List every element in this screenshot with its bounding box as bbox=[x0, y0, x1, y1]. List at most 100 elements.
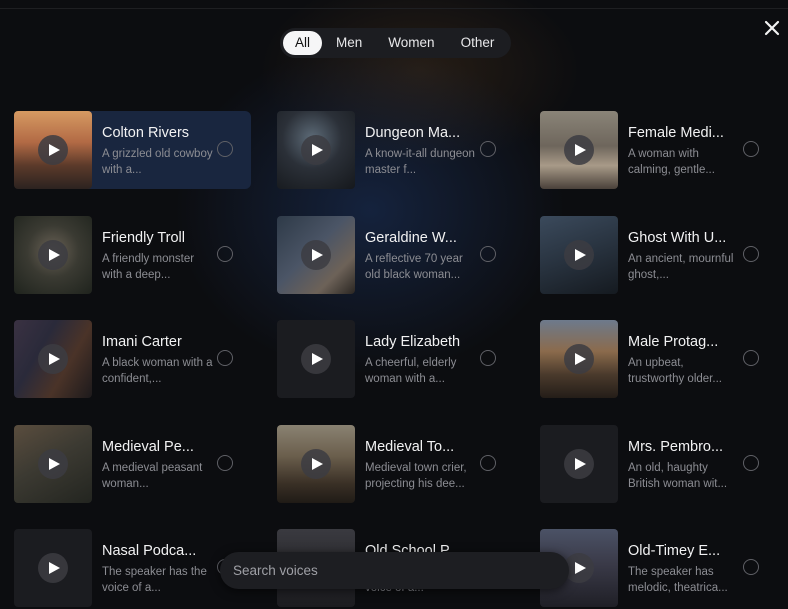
voice-card[interactable]: Mrs. Pembro... An old, haughty British wo… bbox=[540, 425, 777, 503]
voice-select-radio[interactable] bbox=[743, 559, 759, 575]
voice-description: Medieval town crier, projecting his dee.… bbox=[365, 462, 467, 490]
voice-select-radio[interactable] bbox=[217, 455, 233, 471]
voice-select-radio[interactable] bbox=[480, 141, 496, 157]
play-button[interactable] bbox=[564, 449, 594, 479]
voice-select-radio[interactable] bbox=[743, 350, 759, 366]
play-icon bbox=[312, 458, 323, 470]
play-button[interactable] bbox=[301, 135, 331, 165]
voice-name: Mrs. Pembro... bbox=[628, 439, 724, 455]
voice-select-radio[interactable] bbox=[743, 141, 759, 157]
close-button[interactable] bbox=[762, 18, 782, 38]
play-icon bbox=[575, 458, 586, 470]
voice-thumbnail bbox=[540, 320, 618, 398]
voice-card[interactable]: Female Medi... A woman with calming, gent… bbox=[540, 111, 777, 189]
play-button[interactable] bbox=[38, 240, 68, 270]
play-icon bbox=[49, 353, 60, 365]
voice-thumbnail bbox=[277, 216, 355, 294]
voice-select-radio[interactable] bbox=[480, 350, 496, 366]
voice-card[interactable]: Medieval Pe... A medieval peasant woman..… bbox=[14, 425, 251, 503]
play-icon bbox=[575, 144, 586, 156]
voice-thumbnail bbox=[14, 425, 92, 503]
voice-select-radio[interactable] bbox=[480, 455, 496, 471]
voice-name: Geraldine W... bbox=[365, 230, 457, 246]
play-icon bbox=[312, 353, 323, 365]
play-button[interactable] bbox=[564, 344, 594, 374]
voice-description: A reflective 70 year old black woman... bbox=[365, 253, 463, 281]
voice-description: A know-it-all dungeon master f... bbox=[365, 148, 475, 176]
top-divider bbox=[0, 8, 788, 9]
play-button[interactable] bbox=[301, 240, 331, 270]
play-icon bbox=[575, 562, 586, 574]
voice-name: Old-Timey E... bbox=[628, 543, 721, 559]
voice-card[interactable]: Friendly Troll A friendly monster with a … bbox=[14, 216, 251, 294]
voice-description: An old, haughty British woman wit... bbox=[628, 462, 728, 490]
filter-tab-women[interactable]: Women bbox=[376, 31, 446, 55]
voice-card[interactable]: Nasal Podca... The speaker has the voice … bbox=[14, 529, 251, 607]
play-button[interactable] bbox=[38, 449, 68, 479]
voice-thumbnail bbox=[14, 111, 92, 189]
play-icon bbox=[312, 249, 323, 261]
voice-name: Dungeon Ma... bbox=[365, 125, 461, 141]
play-icon bbox=[49, 562, 60, 574]
filter-tab-other[interactable]: Other bbox=[449, 31, 507, 55]
voice-select-radio[interactable] bbox=[217, 350, 233, 366]
play-icon bbox=[49, 144, 60, 156]
play-button[interactable] bbox=[301, 344, 331, 374]
voice-select-radio[interactable] bbox=[217, 141, 233, 157]
voice-description: An upbeat, trustworthy older... bbox=[628, 357, 722, 385]
search-input[interactable] bbox=[220, 552, 569, 589]
play-icon bbox=[49, 458, 60, 470]
play-icon bbox=[575, 353, 586, 365]
voice-card[interactable]: Dungeon Ma... A know-it-all dungeon maste… bbox=[277, 111, 514, 189]
voice-name: Medieval Pe... bbox=[102, 439, 194, 455]
voice-card[interactable]: Geraldine W... A reflective 70 year old b… bbox=[277, 216, 514, 294]
voice-thumbnail bbox=[14, 529, 92, 607]
play-button[interactable] bbox=[301, 449, 331, 479]
voice-description: A cheerful, elderly woman with a... bbox=[365, 357, 457, 385]
voice-description: A medieval peasant woman... bbox=[102, 462, 203, 490]
voice-description: An ancient, mournful ghost,... bbox=[628, 253, 734, 281]
voice-card[interactable]: Male Protag... An upbeat, trustworthy old… bbox=[540, 320, 777, 398]
filter-tab-men[interactable]: Men bbox=[324, 31, 374, 55]
voice-select-radio[interactable] bbox=[743, 455, 759, 471]
voice-name: Nasal Podca... bbox=[102, 543, 197, 559]
voice-description: The speaker has melodic, theatrica... bbox=[628, 566, 728, 594]
voice-card[interactable]: Medieval To... Medieval town crier, proje… bbox=[277, 425, 514, 503]
play-icon bbox=[49, 249, 60, 261]
voice-card[interactable]: Imani Carter A black woman with a confide… bbox=[14, 320, 251, 398]
search-bar bbox=[220, 552, 569, 589]
voice-description: A friendly monster with a deep... bbox=[102, 253, 195, 281]
voice-thumbnail bbox=[14, 216, 92, 294]
play-icon bbox=[575, 249, 586, 261]
voice-name: Medieval To... bbox=[365, 439, 455, 455]
play-button[interactable] bbox=[564, 240, 594, 270]
voice-description: The speaker has the voice of a... bbox=[102, 566, 207, 594]
play-icon bbox=[312, 144, 323, 156]
voice-select-radio[interactable] bbox=[743, 246, 759, 262]
gender-filter: All Men Women Other bbox=[280, 28, 512, 58]
play-button[interactable] bbox=[38, 135, 68, 165]
voice-card[interactable]: Old-Timey E... The speaker has melodic, t… bbox=[540, 529, 777, 607]
voice-name: Colton Rivers bbox=[102, 125, 190, 141]
voice-select-radio[interactable] bbox=[217, 246, 233, 262]
filter-tab-all[interactable]: All bbox=[283, 31, 323, 55]
play-button[interactable] bbox=[38, 344, 68, 374]
voice-thumbnail bbox=[277, 320, 355, 398]
voice-thumbnail bbox=[540, 425, 618, 503]
voice-card[interactable]: Ghost With U... An ancient, mournful ghos… bbox=[540, 216, 777, 294]
voice-name: Male Protag... bbox=[628, 334, 719, 350]
voice-thumbnail bbox=[540, 216, 618, 294]
voice-select-radio[interactable] bbox=[480, 246, 496, 262]
voice-description: A black woman with a confident,... bbox=[102, 357, 213, 385]
play-button[interactable] bbox=[564, 135, 594, 165]
voice-card[interactable]: Lady Elizabeth A cheerful, elderly woman … bbox=[277, 320, 514, 398]
voice-thumbnail bbox=[540, 111, 618, 189]
voice-name: Female Medi... bbox=[628, 125, 724, 141]
voice-description: A woman with calming, gentle... bbox=[628, 148, 715, 176]
voice-card[interactable]: Colton Rivers A grizzled old cowboy with … bbox=[14, 111, 251, 189]
voice-thumbnail bbox=[277, 425, 355, 503]
voice-name: Lady Elizabeth bbox=[365, 334, 461, 350]
voice-name: Friendly Troll bbox=[102, 230, 185, 246]
voice-thumbnail bbox=[277, 111, 355, 189]
play-button[interactable] bbox=[38, 553, 68, 583]
